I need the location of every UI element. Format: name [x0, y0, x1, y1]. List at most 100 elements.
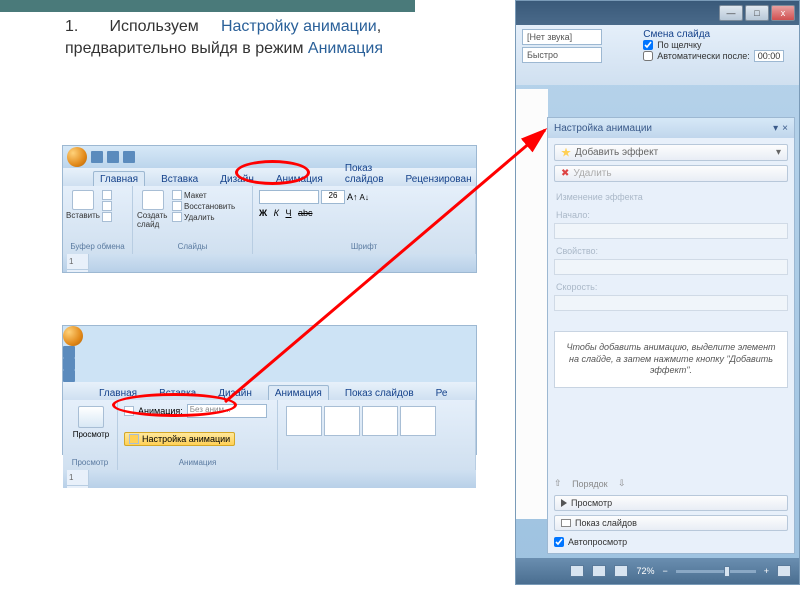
font-family-select[interactable] [259, 190, 319, 204]
office-button[interactable] [67, 147, 87, 167]
zoom-percent[interactable]: 72% [636, 566, 654, 576]
tab-design[interactable]: Дизайн [212, 386, 258, 400]
speed-select[interactable]: Быстро [522, 47, 602, 63]
preview-group-label: Просмотр [67, 457, 113, 468]
paste-label: Вставить [66, 211, 100, 220]
new-slide-icon [142, 190, 164, 210]
zoom-in-icon[interactable]: + [764, 566, 769, 576]
property-field[interactable] [554, 259, 788, 275]
add-effect-button[interactable]: Добавить эффект ▾ [554, 144, 788, 161]
delete-icon [172, 212, 182, 222]
start-label: Начало: [554, 204, 788, 222]
title-bar [63, 146, 476, 168]
fit-to-window-icon[interactable] [777, 565, 791, 577]
sound-select[interactable]: [Нет звука] [522, 29, 602, 45]
minimize-button[interactable]: — [719, 5, 743, 21]
tab-insert[interactable]: Вставка [153, 386, 202, 400]
ribbon-body: Вставить Буфер обмена Создать слайд Маке… [63, 186, 476, 254]
slide-thumb-number[interactable]: 1 [67, 470, 88, 486]
close-button[interactable]: x [771, 5, 795, 21]
qat-redo-icon[interactable] [63, 370, 75, 382]
start-field[interactable] [554, 223, 788, 239]
play-preview-button[interactable]: Просмотр [554, 495, 788, 511]
autopreview-checkbox[interactable]: Автопросмотр [554, 537, 788, 547]
task-pane-close-icon[interactable]: × [782, 123, 788, 134]
slides-group-label: Слайды [137, 241, 248, 252]
reset-button[interactable]: Восстановить [172, 201, 235, 211]
auto-after-checkbox[interactable]: Автоматически после:00:00 [643, 50, 793, 62]
preview-button[interactable]: Просмотр [67, 402, 115, 439]
custom-animation-icon [129, 434, 139, 444]
cut-icon[interactable] [102, 190, 112, 200]
animation-task-pane: Настройка анимации ▾ × Добавить эффект ▾… [547, 117, 795, 554]
view-normal-icon[interactable] [570, 565, 584, 577]
tab-review[interactable]: Ре [430, 386, 454, 400]
change-effect-label: Изменение эффекта [554, 186, 788, 204]
paste-icon [72, 190, 94, 210]
tab-animation[interactable]: Анимация [268, 385, 329, 400]
remove-effect-button[interactable]: ✖ Удалить [554, 165, 788, 182]
format-painter-icon[interactable] [102, 212, 112, 222]
qat-save-icon[interactable] [63, 346, 75, 358]
animation-select[interactable]: Без аним... [187, 404, 267, 418]
zoom-slider[interactable] [676, 570, 756, 573]
screenshot-ribbon-home: Главная Вставка Дизайн Анимация Показ сл… [62, 145, 477, 273]
instruction-text: 1. Используем Настройку анимации, предва… [65, 16, 415, 59]
tab-review[interactable]: Рецензирован [400, 172, 478, 186]
preview-icon [78, 406, 104, 428]
slide-canvas-edge [516, 89, 548, 519]
qat-save-icon[interactable] [91, 151, 103, 163]
layout-button[interactable]: Макет [172, 190, 235, 200]
screenshot-ribbon-animation: Главная Вставка Дизайн Анимация Показ сл… [62, 325, 477, 455]
animation-label: Анимация: [138, 406, 183, 416]
view-sorter-icon[interactable] [592, 565, 606, 577]
qat-redo-icon[interactable] [123, 151, 135, 163]
office-button[interactable] [63, 326, 83, 346]
new-slide-button[interactable]: Создать слайд [137, 190, 169, 229]
status-bar: 72% − + [516, 558, 799, 584]
custom-animation-button[interactable]: Настройка анимации [124, 432, 235, 446]
transition-section-label: Смена слайда [643, 29, 793, 40]
maximize-button[interactable]: □ [745, 5, 769, 21]
property-label: Свойство: [554, 240, 788, 258]
hint-box: Чтобы добавить анимацию, выделите элемен… [554, 331, 788, 388]
animation-group-label: Анимация [124, 457, 271, 468]
tab-home[interactable]: Главная [93, 171, 145, 186]
layout-icon [172, 190, 182, 200]
task-pane-dropdown-icon[interactable]: ▾ [773, 123, 778, 134]
reorder-buttons[interactable]: ⇧ Порядок ⇩ [554, 476, 788, 491]
slide-thumb-number[interactable]: 1 [67, 254, 88, 270]
window-titlebar: — □ x [516, 1, 799, 25]
clipboard-group-label: Буфер обмена [67, 241, 128, 252]
slideshow-button[interactable]: Показ слайдов [554, 515, 788, 531]
transition-item[interactable] [362, 406, 398, 436]
qat-undo-icon[interactable] [63, 358, 75, 370]
tab-design[interactable]: Дизайн [214, 172, 260, 186]
font-size-select[interactable]: 26 [321, 190, 345, 204]
task-pane-title: Настройка анимации ▾ × [548, 118, 794, 138]
animation-icon [124, 406, 134, 416]
transition-item[interactable] [286, 406, 322, 436]
view-slideshow-icon[interactable] [614, 565, 628, 577]
screenshot-task-pane: — □ x [Нет звука] Быстро Смена слайда По… [515, 0, 800, 585]
tab-slideshow[interactable]: Показ слайдов [339, 161, 390, 186]
zoom-out-icon[interactable]: − [662, 566, 667, 576]
tab-insert[interactable]: Вставка [155, 172, 204, 186]
transition-item[interactable] [324, 406, 360, 436]
custom-animation-label: Настройка анимации [142, 434, 230, 444]
transition-item[interactable] [400, 406, 436, 436]
on-click-checkbox[interactable]: По щелчку [643, 40, 793, 50]
ribbon-tabs: Главная Вставка Дизайн Анимация Показ сл… [63, 382, 476, 400]
tab-slideshow[interactable]: Показ слайдов [339, 386, 420, 400]
qat-undo-icon[interactable] [107, 151, 119, 163]
tab-animation[interactable]: Анимация [270, 172, 329, 186]
tab-home[interactable]: Главная [93, 386, 143, 400]
ribbon-tabs: Главная Вставка Дизайн Анимация Показ сл… [63, 168, 476, 186]
speed-field[interactable] [554, 295, 788, 311]
paste-button[interactable]: Вставить [67, 190, 99, 220]
transition-gallery[interactable] [282, 402, 471, 440]
slideshow-icon [561, 519, 571, 527]
copy-icon[interactable] [102, 201, 112, 211]
delete-button[interactable]: Удалить [172, 212, 235, 222]
instruction-number: 1. [65, 18, 78, 35]
